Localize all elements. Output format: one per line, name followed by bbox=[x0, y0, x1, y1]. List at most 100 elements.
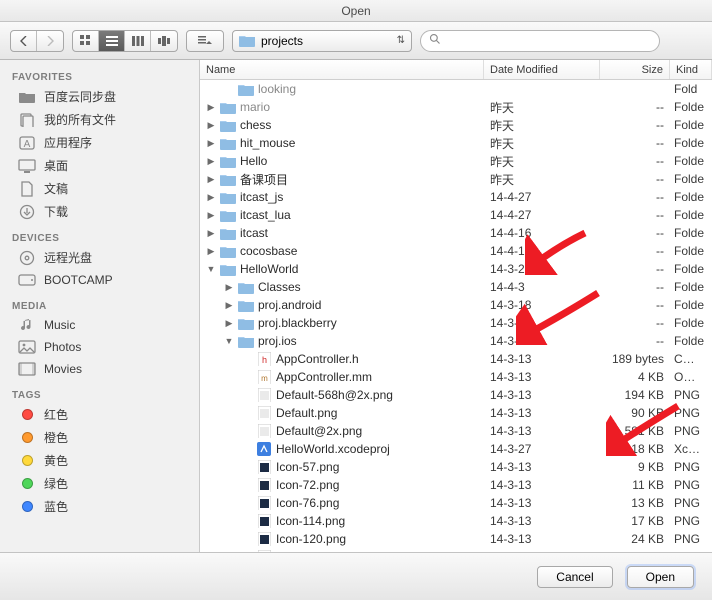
cell-size: -- bbox=[600, 172, 670, 186]
sidebar-item[interactable]: 文稿 bbox=[0, 177, 199, 200]
table-row[interactable]: hAppController.h14-3-13189 bytesC… bbox=[200, 350, 712, 368]
sidebar-item[interactable]: 下载 bbox=[0, 200, 199, 223]
table-row[interactable]: ▶itcast14-4-16--Folde bbox=[200, 224, 712, 242]
table-row[interactable]: Default-568h@2x.png14-3-13194 KBPNG bbox=[200, 386, 712, 404]
cell-kind: Folde bbox=[670, 208, 712, 222]
col-date[interactable]: Date Modified bbox=[484, 60, 600, 79]
music-icon bbox=[18, 317, 36, 333]
table-row[interactable]: ▶hit_mouse昨天--Folde bbox=[200, 134, 712, 152]
sidebar-item[interactable]: 蓝色 bbox=[0, 495, 199, 518]
path-dropdown[interactable]: projects ⇅ bbox=[232, 30, 412, 52]
cell-date: 14-3-13 bbox=[484, 496, 600, 510]
table-row[interactable]: ▼proj.ios14-3-27--Folde bbox=[200, 332, 712, 350]
table-row[interactable]: Icon-144.png14-3-1326 KBPNG bbox=[200, 548, 712, 552]
table-row[interactable]: ▶itcast_js14-4-27--Folde bbox=[200, 188, 712, 206]
table-row[interactable]: Icon-76.png14-3-1313 KBPNG bbox=[200, 494, 712, 512]
disclosure-triangle[interactable]: ▶ bbox=[206, 138, 216, 149]
sidebar-item[interactable]: 黄色 bbox=[0, 449, 199, 472]
table-row[interactable]: ▶chess昨天--Folde bbox=[200, 116, 712, 134]
table-row[interactable]: ▶mario昨天--Folde bbox=[200, 98, 712, 116]
table-row[interactable]: HelloWorld.xcodeproj14-3-27218 KBXc… bbox=[200, 440, 712, 458]
folder-icon bbox=[238, 334, 254, 348]
table-row[interactable]: ▶Classes14-4-3--Folde bbox=[200, 278, 712, 296]
table-row[interactable]: ▶itcast_lua14-4-27--Folde bbox=[200, 206, 712, 224]
table-row[interactable]: mAppController.mm14-3-134 KBO… bbox=[200, 368, 712, 386]
png-dark-icon bbox=[256, 514, 272, 528]
sidebar-item[interactable]: Movies bbox=[0, 358, 199, 380]
h-icon: h bbox=[256, 352, 272, 366]
disclosure-triangle[interactable]: ▶ bbox=[206, 246, 216, 257]
sidebar-item[interactable]: 橙色 bbox=[0, 426, 199, 449]
view-columns-button[interactable] bbox=[125, 31, 151, 51]
table-row[interactable]: Default.png14-3-1390 KBPNG bbox=[200, 404, 712, 422]
open-button[interactable]: Open bbox=[627, 566, 694, 588]
table-row[interactable]: Icon-72.png14-3-1311 KBPNG bbox=[200, 476, 712, 494]
search-input[interactable] bbox=[445, 34, 651, 48]
table-row[interactable]: ▶proj.blackberry14-3-27--Folde bbox=[200, 314, 712, 332]
disclosure-triangle[interactable]: ▶ bbox=[224, 282, 234, 293]
disclosure-triangle[interactable]: ▶ bbox=[206, 102, 216, 113]
disclosure-triangle[interactable]: ▶ bbox=[206, 120, 216, 131]
png-icon bbox=[256, 424, 272, 438]
arrange-button[interactable] bbox=[187, 31, 223, 51]
sidebar-item-label: BOOTCAMP bbox=[44, 273, 113, 287]
sidebar-item[interactable]: 桌面 bbox=[0, 154, 199, 177]
search-field[interactable] bbox=[420, 30, 660, 52]
table-row[interactable]: Icon-120.png14-3-1324 KBPNG bbox=[200, 530, 712, 548]
back-button[interactable] bbox=[11, 31, 37, 51]
disclosure-triangle[interactable]: ▶ bbox=[206, 192, 216, 203]
table-row[interactable]: lookingFold bbox=[200, 80, 712, 98]
cell-size: -- bbox=[600, 334, 670, 348]
table-row[interactable]: ▶备课项目昨天--Folde bbox=[200, 170, 712, 188]
table-row[interactable]: Icon-57.png14-3-139 KBPNG bbox=[200, 458, 712, 476]
file-name: cocosbase bbox=[240, 244, 297, 258]
cell-size: -- bbox=[600, 100, 670, 114]
view-icon-button[interactable] bbox=[73, 31, 99, 51]
cell-name: ▶Hello bbox=[200, 154, 484, 168]
sidebar-item[interactable]: A应用程序 bbox=[0, 131, 199, 154]
sidebar-item[interactable]: 远程光盘 bbox=[0, 246, 199, 269]
table-row[interactable]: ▼HelloWorld14-3-27--Folde bbox=[200, 260, 712, 278]
disclosure-triangle[interactable]: ▶ bbox=[224, 300, 234, 311]
sidebar-item[interactable]: BOOTCAMP bbox=[0, 269, 199, 291]
sidebar-item[interactable]: 绿色 bbox=[0, 472, 199, 495]
disclosure-triangle[interactable]: ▶ bbox=[206, 174, 216, 185]
sidebar-item[interactable]: 红色 bbox=[0, 403, 199, 426]
disclosure-triangle[interactable]: ▶ bbox=[206, 210, 216, 221]
cell-date: 14-3-13 bbox=[484, 406, 600, 420]
table-row[interactable]: ▶cocosbase14-4-16--Folde bbox=[200, 242, 712, 260]
file-rows[interactable]: lookingFold▶mario昨天--Folde▶chess昨天--Fold… bbox=[200, 80, 712, 552]
sidebar-item-label: 桌面 bbox=[44, 157, 68, 174]
cell-size: -- bbox=[600, 208, 670, 222]
cell-name: ▶备课项目 bbox=[200, 171, 484, 188]
tag-dot bbox=[18, 453, 36, 469]
disclosure-triangle[interactable]: ▶ bbox=[206, 228, 216, 239]
disclosure-triangle[interactable]: ▼ bbox=[224, 336, 234, 346]
view-list-button[interactable] bbox=[99, 31, 125, 51]
sidebar-item[interactable]: 我的所有文件 bbox=[0, 108, 199, 131]
sidebar-item-label: 远程光盘 bbox=[44, 249, 92, 266]
cell-size: -- bbox=[600, 190, 670, 204]
cell-date: 14-3-13 bbox=[484, 388, 600, 402]
table-row[interactable]: ▶Hello昨天--Folde bbox=[200, 152, 712, 170]
view-coverflow-button[interactable] bbox=[151, 31, 177, 51]
dialog-body: FAVORITES百度云同步盘我的所有文件A应用程序桌面文稿下载DEVICES远… bbox=[0, 60, 712, 552]
sidebar-item[interactable]: 百度云同步盘 bbox=[0, 85, 199, 108]
col-name[interactable]: Name bbox=[200, 60, 484, 79]
forward-button[interactable] bbox=[37, 31, 63, 51]
disclosure-triangle[interactable]: ▶ bbox=[206, 156, 216, 167]
cell-name: Icon-57.png bbox=[200, 460, 484, 474]
col-kind[interactable]: Kind bbox=[670, 60, 712, 79]
col-size[interactable]: Size bbox=[600, 60, 670, 79]
table-row[interactable]: Default@2x.png14-3-13581 KBPNG bbox=[200, 422, 712, 440]
cancel-button[interactable]: Cancel bbox=[537, 566, 612, 588]
cell-name: ▶proj.blackberry bbox=[200, 316, 484, 330]
cell-name: Default@2x.png bbox=[200, 424, 484, 438]
sidebar-item[interactable]: Photos bbox=[0, 336, 199, 358]
sidebar-item[interactable]: Music bbox=[0, 314, 199, 336]
disclosure-triangle[interactable]: ▶ bbox=[224, 318, 234, 329]
table-row[interactable]: Icon-114.png14-3-1317 KBPNG bbox=[200, 512, 712, 530]
cell-name: Icon-144.png bbox=[200, 550, 484, 552]
table-row[interactable]: ▶proj.android14-3-18--Folde bbox=[200, 296, 712, 314]
disclosure-triangle[interactable]: ▼ bbox=[206, 264, 216, 274]
